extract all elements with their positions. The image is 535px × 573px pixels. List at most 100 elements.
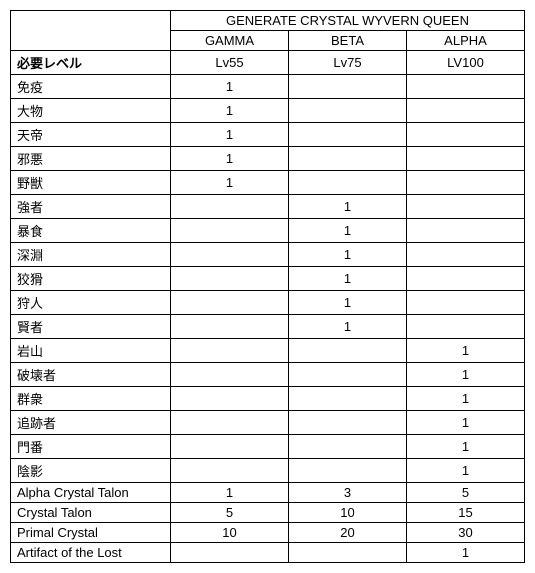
row-label: 邪悪	[11, 147, 171, 171]
row-value: 1	[171, 123, 289, 147]
row-value	[171, 219, 289, 243]
row-value: 1	[407, 411, 525, 435]
table-row: 賢者1	[11, 315, 525, 339]
table-row: 門番 1	[11, 435, 525, 459]
row-label: 暴食	[11, 219, 171, 243]
row-value: 1	[407, 363, 525, 387]
corner-blank	[11, 11, 171, 51]
row-value	[289, 75, 407, 99]
row-value: 1	[289, 195, 407, 219]
table-row: 狡猾 1	[11, 267, 525, 291]
row-label: Primal Crystal	[11, 523, 171, 543]
level-label: 必要レベル	[11, 51, 171, 75]
table-row: 破壊者 1	[11, 363, 525, 387]
row-value: 1	[407, 339, 525, 363]
level-gamma: Lv55	[171, 51, 289, 75]
row-value	[171, 435, 289, 459]
table-row: 陰影1	[11, 459, 525, 483]
row-value	[289, 99, 407, 123]
row-value	[171, 339, 289, 363]
row-value	[171, 459, 289, 483]
table-body: 免疫1大物1天帝1邪悪1野獣1強者1暴食1深淵1狡猾1狩人1賢者1岩山1破壊者1…	[11, 75, 525, 563]
table-row: 岩山 1	[11, 339, 525, 363]
row-value	[407, 195, 525, 219]
row-value	[171, 267, 289, 291]
level-alpha: LV100	[407, 51, 525, 75]
row-value	[171, 411, 289, 435]
row-value: 3	[289, 483, 407, 503]
row-value	[407, 243, 525, 267]
row-value	[171, 315, 289, 339]
tribute-table: GENERATE CRYSTAL WYVERN QUEEN GAMMA BETA…	[10, 10, 525, 563]
row-value: 30	[407, 523, 525, 543]
row-value: 1	[171, 147, 289, 171]
table-row: 大物1	[11, 99, 525, 123]
row-label: Alpha Crystal Talon	[11, 483, 171, 503]
table-row: 天帝1	[11, 123, 525, 147]
row-value: 5	[407, 483, 525, 503]
row-value: 1	[171, 171, 289, 195]
row-value: 1	[289, 219, 407, 243]
table-row: 野獣1	[11, 171, 525, 195]
row-value: 10	[289, 503, 407, 523]
row-value	[407, 315, 525, 339]
row-label: 狩人	[11, 291, 171, 315]
table-row: 邪悪1	[11, 147, 525, 171]
col-alpha: ALPHA	[407, 31, 525, 51]
row-value	[289, 387, 407, 411]
row-value	[289, 543, 407, 563]
row-value	[289, 459, 407, 483]
row-value	[407, 75, 525, 99]
header-row-main: GENERATE CRYSTAL WYVERN QUEEN	[11, 11, 525, 31]
row-value	[171, 195, 289, 219]
row-value	[289, 363, 407, 387]
row-label: Artifact of the Lost	[11, 543, 171, 563]
row-value: 20	[289, 523, 407, 543]
table-row: Crystal Talon51015	[11, 503, 525, 523]
table-row: Alpha Crystal Talon135	[11, 483, 525, 503]
row-label: 狡猾	[11, 267, 171, 291]
row-label: 野獣	[11, 171, 171, 195]
row-value	[171, 291, 289, 315]
table-row: 追跡者 1	[11, 411, 525, 435]
row-label: 大物	[11, 99, 171, 123]
row-value: 1	[407, 387, 525, 411]
row-value	[407, 171, 525, 195]
table-row: 免疫1	[11, 75, 525, 99]
table-row: 暴食 1	[11, 219, 525, 243]
table-row: Artifact of the Lost 1	[11, 543, 525, 563]
table-row: 深淵1	[11, 243, 525, 267]
row-value	[289, 123, 407, 147]
row-value	[407, 147, 525, 171]
row-value	[171, 363, 289, 387]
table-row: 狩人 1	[11, 291, 525, 315]
table-row: 群衆1	[11, 387, 525, 411]
row-value: 1	[289, 267, 407, 291]
table-row: Primal Crystal102030	[11, 523, 525, 543]
row-label: 免疫	[11, 75, 171, 99]
level-beta: Lv75	[289, 51, 407, 75]
row-value: 1	[407, 543, 525, 563]
row-value: 1	[407, 459, 525, 483]
row-value	[289, 435, 407, 459]
row-label: 門番	[11, 435, 171, 459]
row-value: 1	[289, 291, 407, 315]
row-value: 1	[171, 75, 289, 99]
row-value	[407, 291, 525, 315]
row-label: Crystal Talon	[11, 503, 171, 523]
row-label: 天帝	[11, 123, 171, 147]
row-value	[407, 267, 525, 291]
row-label: 岩山	[11, 339, 171, 363]
row-value	[289, 411, 407, 435]
row-value	[171, 387, 289, 411]
row-value	[171, 243, 289, 267]
row-value	[289, 171, 407, 195]
col-gamma: GAMMA	[171, 31, 289, 51]
row-label: 破壊者	[11, 363, 171, 387]
row-value	[407, 123, 525, 147]
row-value	[407, 99, 525, 123]
row-label: 追跡者	[11, 411, 171, 435]
row-value: 1	[289, 243, 407, 267]
level-row: 必要レベル Lv55 Lv75 LV100	[11, 51, 525, 75]
row-value: 1	[407, 435, 525, 459]
